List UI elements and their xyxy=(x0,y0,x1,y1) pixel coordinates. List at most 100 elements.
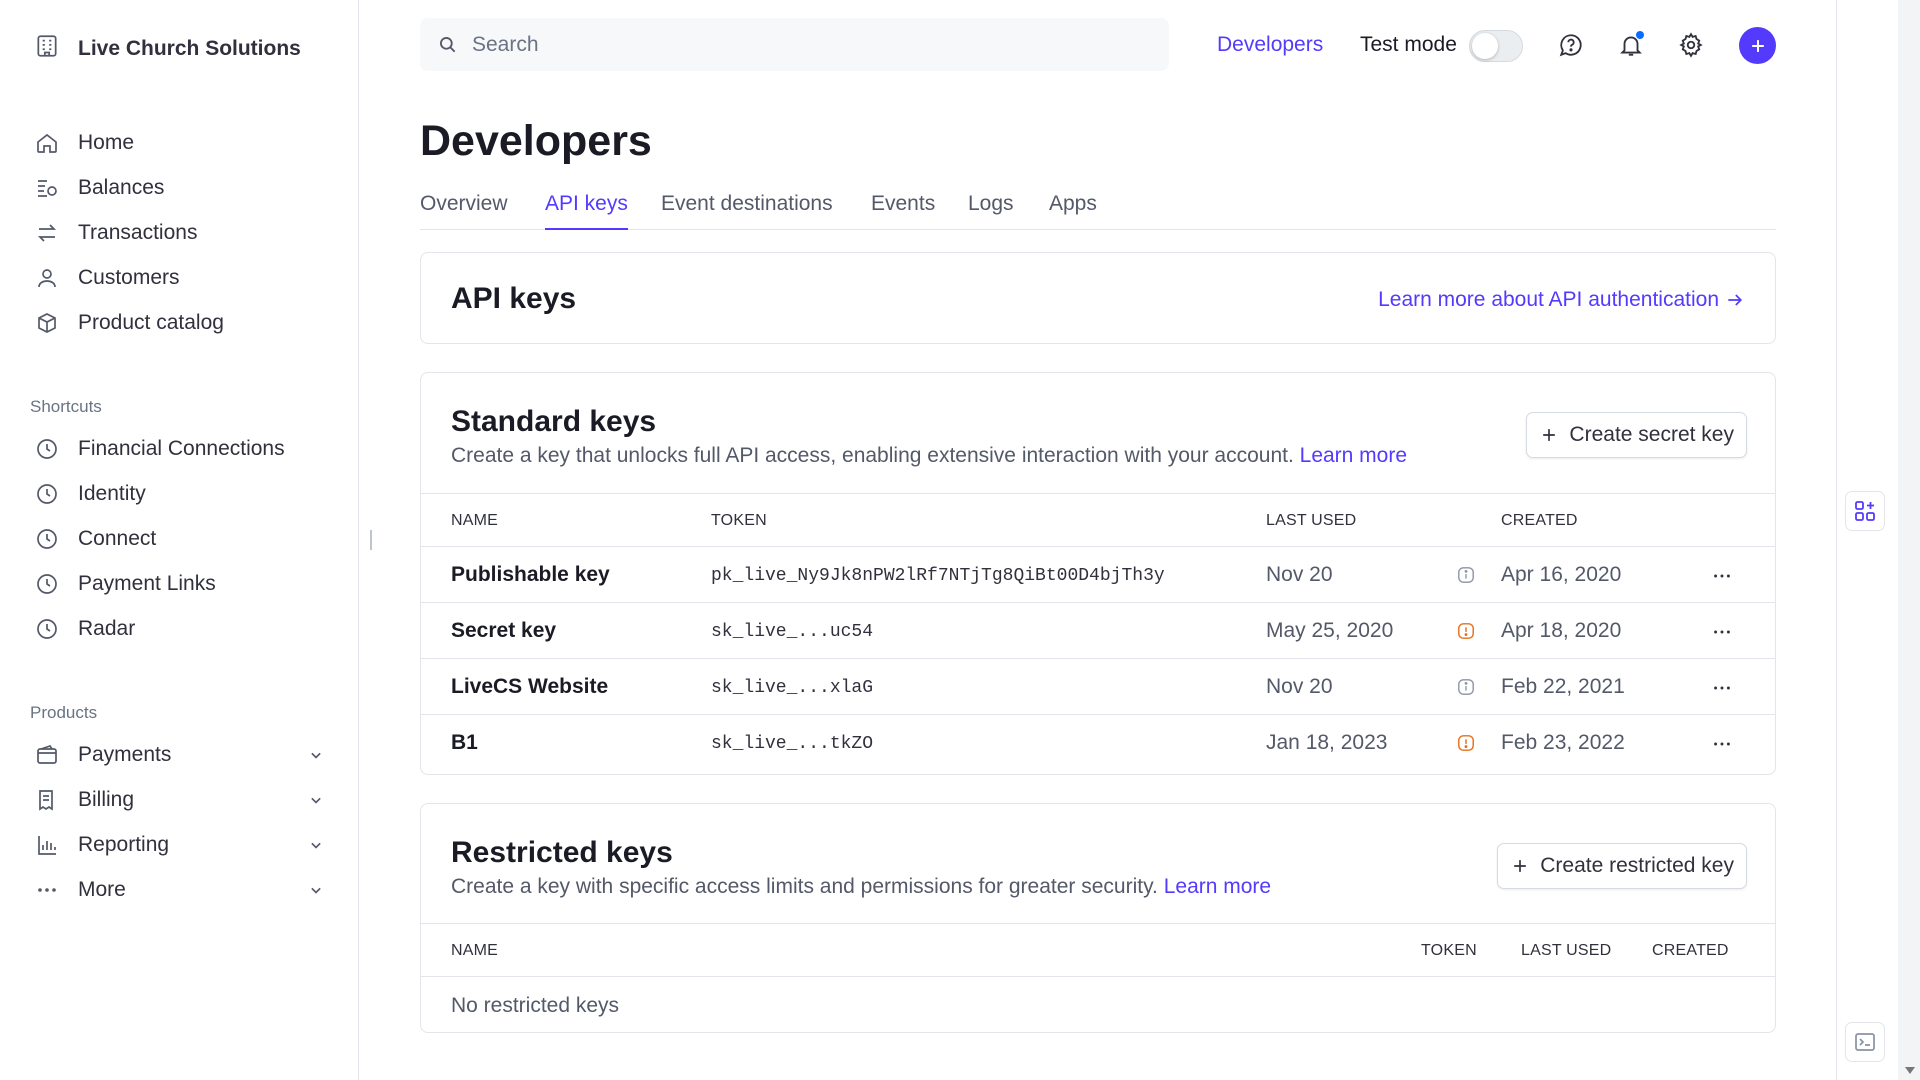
column-header-last-used: LAST USED xyxy=(1521,942,1612,959)
tab-overview[interactable]: Overview xyxy=(420,192,508,228)
sidebar-item-balances[interactable]: Balances xyxy=(34,172,326,204)
test-mode-toggle[interactable] xyxy=(1469,30,1523,62)
tab-events[interactable]: Events xyxy=(871,192,935,228)
arrow-right-icon xyxy=(1728,294,1743,306)
box-icon xyxy=(34,310,60,336)
create-restricted-key-button[interactable]: Create restricted key xyxy=(1497,843,1747,889)
tab-apps[interactable]: Apps xyxy=(1049,192,1097,228)
column-header-name: NAME xyxy=(451,512,499,529)
sidebar-item-financial-connections[interactable]: Financial Connections xyxy=(34,433,326,465)
sidebar-item-label: Transactions xyxy=(78,221,198,244)
sidebar-item-label: Product catalog xyxy=(78,311,224,334)
api-auth-link-label: Learn more about API authentication xyxy=(1378,288,1719,311)
sidebar-item-label: More xyxy=(78,878,126,901)
search-bar[interactable] xyxy=(420,18,1169,71)
sidebar-item-radar[interactable]: Radar xyxy=(34,613,326,645)
sidebar-item-home[interactable]: Home xyxy=(34,127,326,159)
gear-icon[interactable] xyxy=(1677,31,1705,59)
scroll-down-arrow-icon[interactable] xyxy=(1905,1067,1915,1074)
building-icon xyxy=(34,33,60,65)
key-created: Feb 22, 2021 xyxy=(1501,675,1625,698)
restricted-keys-learn-more-link[interactable]: Learn more xyxy=(1164,875,1271,898)
account-switcher[interactable]: Live Church Solutions xyxy=(34,33,301,65)
wallet-icon xyxy=(34,742,60,768)
key-created: Apr 16, 2020 xyxy=(1501,563,1622,586)
column-header-token: TOKEN xyxy=(711,512,767,529)
sidebar-resize-handle[interactable] xyxy=(370,530,372,550)
sidebar-item-product-catalog[interactable]: Product catalog xyxy=(34,307,326,339)
clock-icon xyxy=(34,526,60,552)
page-title: Developers xyxy=(420,117,652,165)
notification-dot xyxy=(1636,31,1644,39)
account-name: Live Church Solutions xyxy=(78,37,301,60)
tab-api-keys[interactable]: API keys xyxy=(545,192,628,230)
tab-event-destinations[interactable]: Event destinations xyxy=(661,192,833,228)
info-icon[interactable] xyxy=(1457,678,1475,696)
sidebar: Live Church Solutions Home Balances Tran… xyxy=(0,0,359,1080)
ellipsis-icon xyxy=(34,877,60,903)
sidebar-item-customers[interactable]: Customers xyxy=(34,262,326,294)
plus-icon xyxy=(1751,39,1764,52)
key-token[interactable]: sk_live_...xlaG xyxy=(711,678,873,698)
info-icon[interactable] xyxy=(1457,566,1475,584)
test-mode-label: Test mode xyxy=(1360,33,1457,56)
sidebar-item-reporting[interactable]: Reporting xyxy=(34,829,326,861)
key-name: Secret key xyxy=(451,619,557,642)
column-header-token: TOKEN xyxy=(1421,942,1477,959)
sidebar-item-label: Reporting xyxy=(78,833,170,856)
shortcuts-label: Shortcuts xyxy=(30,397,102,416)
sidebar-item-payments[interactable]: Payments xyxy=(34,739,326,771)
table-row[interactable]: B1 sk_live_...tkZO Jan 18, 2023 Feb 23, … xyxy=(421,715,1775,771)
table-row[interactable]: LiveCS Website sk_live_...xlaG Nov 20 Fe… xyxy=(421,659,1775,715)
create-restricted-key-label: Create restricted key xyxy=(1540,854,1734,877)
key-token[interactable]: sk_live_...tkZO xyxy=(711,734,873,754)
key-created: Feb 23, 2022 xyxy=(1501,731,1625,754)
developers-link[interactable]: Developers xyxy=(1217,33,1323,57)
tab-logs[interactable]: Logs xyxy=(968,192,1014,228)
apps-grid-icon[interactable] xyxy=(1845,491,1885,531)
overflow-menu-icon[interactable] xyxy=(1711,733,1733,755)
overflow-menu-icon[interactable] xyxy=(1711,621,1733,643)
table-row[interactable]: Secret key sk_live_...uc54 May 25, 2020 … xyxy=(421,603,1775,659)
sidebar-item-transactions[interactable]: Transactions xyxy=(34,217,326,249)
sidebar-item-label: Billing xyxy=(78,788,135,811)
table-row[interactable]: Publishable key pk_live_Ny9Jk8nPW2lRf7NT… xyxy=(421,547,1775,603)
sidebar-item-billing[interactable]: Billing xyxy=(34,784,326,816)
sidebar-item-identity[interactable]: Identity xyxy=(34,478,326,510)
products-label: Products xyxy=(30,703,98,722)
scrollbar[interactable] xyxy=(1898,0,1920,1080)
standard-keys-description-text: Create a key that unlocks full API acces… xyxy=(451,444,1294,467)
key-token[interactable]: pk_live_Ny9Jk8nPW2lRf7NTjTg8QiBt00D4bjTh… xyxy=(711,566,1165,586)
api-keys-heading: API keys xyxy=(451,282,577,315)
key-created: Apr 18, 2020 xyxy=(1501,619,1622,642)
terminal-icon[interactable] xyxy=(1845,1022,1885,1062)
search-icon xyxy=(440,36,456,52)
create-plus-button[interactable] xyxy=(1739,27,1776,64)
api-auth-link[interactable]: Learn more about API authentication xyxy=(1378,288,1745,312)
standard-keys-learn-more-link[interactable]: Learn more xyxy=(1300,444,1407,467)
arrows-icon xyxy=(34,220,60,246)
sidebar-item-payment-links[interactable]: Payment Links xyxy=(34,568,326,600)
overflow-menu-icon[interactable] xyxy=(1711,677,1733,699)
create-secret-key-button[interactable]: Create secret key xyxy=(1526,412,1747,458)
restricted-keys-description-text: Create a key with specific access limits… xyxy=(451,875,1158,898)
create-secret-key-label: Create secret key xyxy=(1569,423,1734,446)
warning-info-icon[interactable] xyxy=(1457,734,1475,752)
help-icon[interactable] xyxy=(1557,31,1585,59)
sidebar-item-label: Payments xyxy=(78,743,172,766)
warning-info-icon[interactable] xyxy=(1457,622,1475,640)
key-last-used: Nov 20 xyxy=(1266,675,1333,698)
standard-keys-card: Standard keys Create a key that unlocks … xyxy=(420,372,1776,775)
key-token[interactable]: sk_live_...uc54 xyxy=(711,622,873,642)
sidebar-item-label: Customers xyxy=(78,266,180,289)
plus-icon xyxy=(1543,429,1556,441)
search-input[interactable] xyxy=(472,32,1152,57)
empty-state-text: No restricted keys xyxy=(451,994,620,1017)
sidebar-item-connect[interactable]: Connect xyxy=(34,523,326,555)
receipt-icon xyxy=(34,787,60,813)
sidebar-item-more[interactable]: More xyxy=(34,874,326,906)
overflow-menu-icon[interactable] xyxy=(1711,565,1733,587)
bell-icon[interactable] xyxy=(1617,31,1645,59)
balances-icon xyxy=(34,175,60,201)
key-name: B1 xyxy=(451,731,478,754)
